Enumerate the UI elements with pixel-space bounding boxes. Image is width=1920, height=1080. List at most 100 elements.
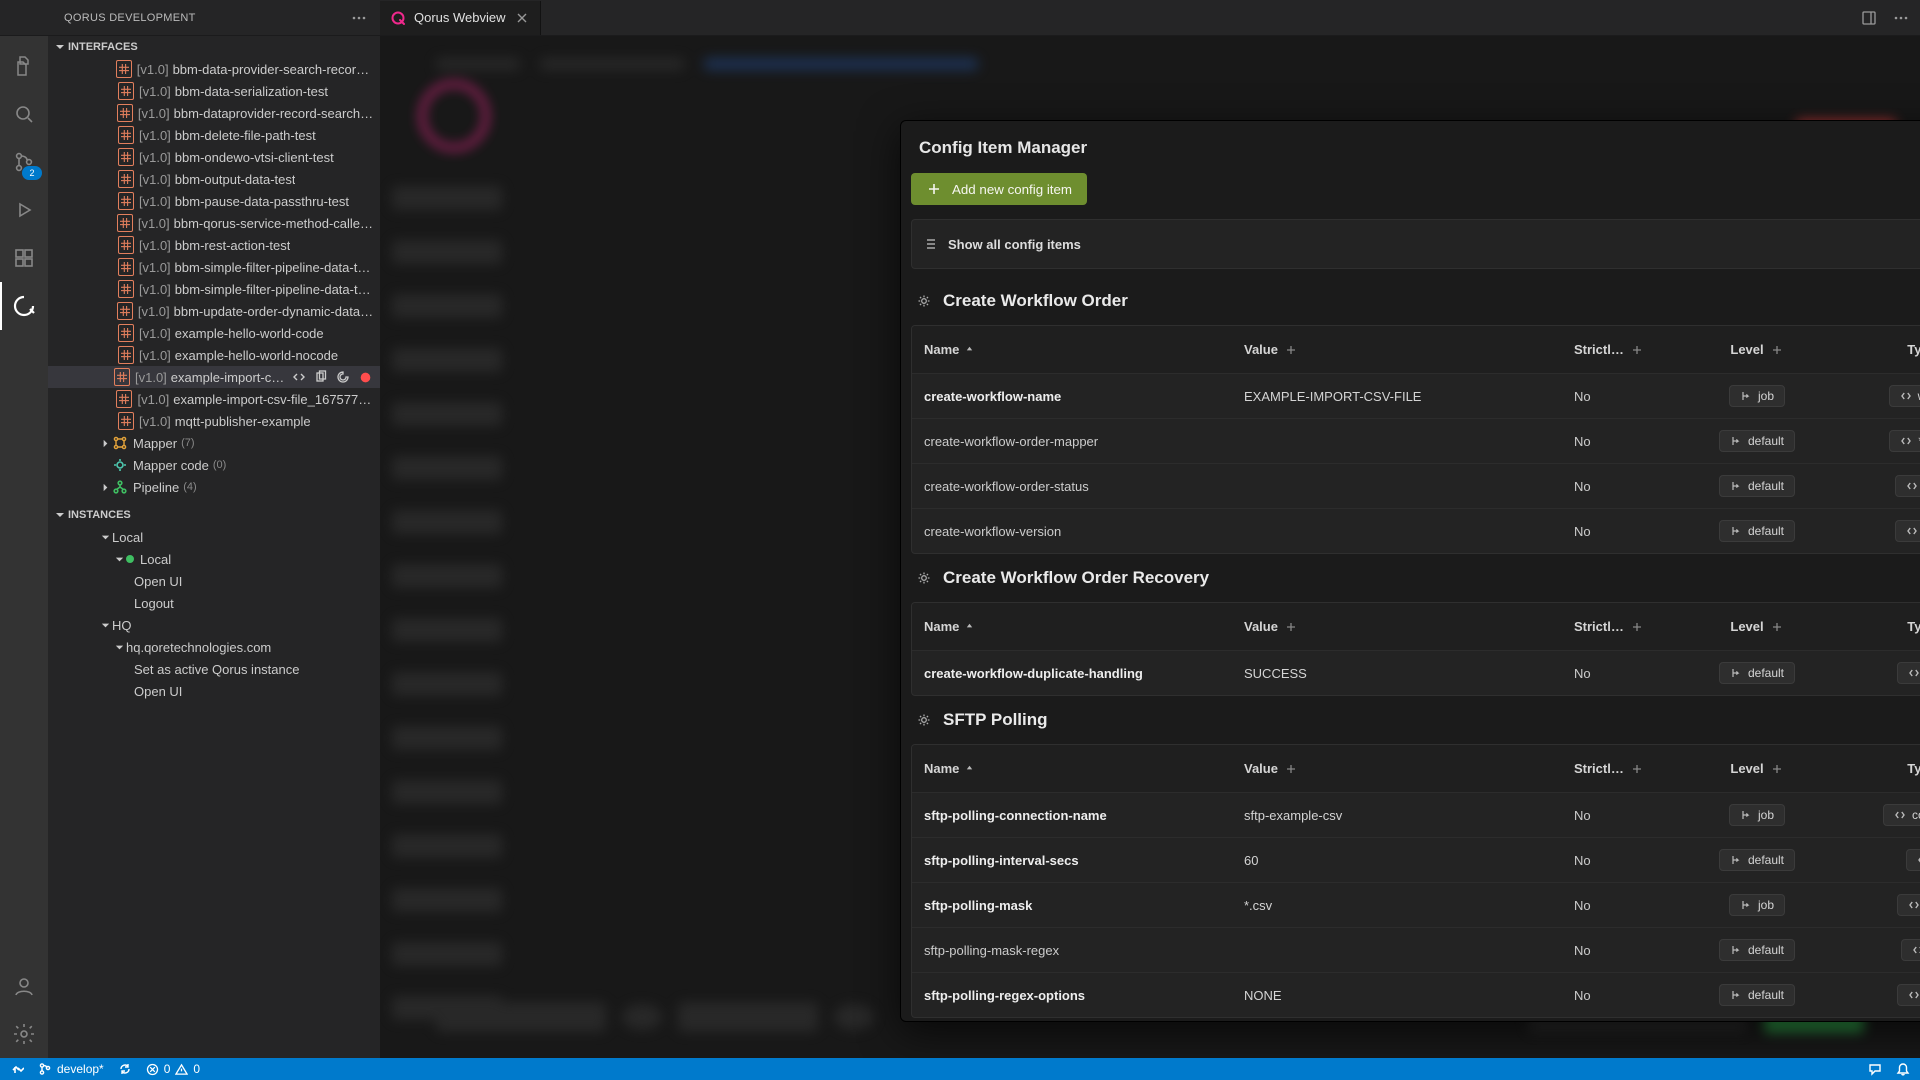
code-action-icon[interactable]: [290, 368, 308, 386]
col-type[interactable]: Type: [1842, 753, 1920, 784]
activity-debug[interactable]: [0, 186, 48, 234]
delete-action-icon[interactable]: [356, 368, 374, 386]
config-row[interactable]: create-workflow-nameEXAMPLE-IMPORT-CSV-F…: [912, 373, 1920, 418]
status-feedback[interactable]: [1868, 1062, 1882, 1076]
instance-local[interactable]: Local: [48, 548, 380, 570]
show-all-label[interactable]: Show all config items: [948, 237, 1081, 252]
activity-extensions[interactable]: [0, 234, 48, 282]
col-strictly[interactable]: Strictl…: [1562, 334, 1672, 365]
instance-local-label: Local: [140, 552, 171, 567]
instance-local-open-ui[interactable]: Open UI: [48, 570, 380, 592]
tree-group-mapper-code[interactable]: Mapper code (0): [48, 454, 380, 476]
interface-item[interactable]: [v1.0]bbm-output-data-test: [48, 168, 380, 190]
config-row[interactable]: create-workflow-versionNodefault*string: [912, 508, 1920, 553]
interface-item[interactable]: [v1.0]mqtt-publisher-example: [48, 410, 380, 432]
status-branch[interactable]: develop*: [38, 1062, 104, 1076]
activity-account[interactable]: [0, 962, 48, 1010]
interface-item[interactable]: [v1.0]bbm-dataprovider-record-search-…: [48, 102, 380, 124]
section-interfaces-label: INTERFACES: [68, 41, 138, 53]
status-bell[interactable]: [1896, 1062, 1910, 1076]
section-interfaces[interactable]: INTERFACES: [48, 36, 380, 58]
interface-icon: [118, 346, 134, 364]
instance-group-hq-label: HQ: [112, 618, 132, 633]
col-level[interactable]: Level: [1672, 611, 1842, 642]
col-strictly[interactable]: Strictl…: [1562, 611, 1672, 642]
sort-asc-icon: [965, 764, 974, 773]
instance-hq-set-active[interactable]: Set as active Qorus instance: [48, 658, 380, 680]
config-row-name: sftp-polling-connection-name: [924, 808, 1107, 823]
instance-group-local[interactable]: Local: [48, 526, 380, 548]
activity-explorer[interactable]: [0, 42, 48, 90]
col-level[interactable]: Level: [1672, 334, 1842, 365]
interface-item[interactable]: [v1.0]bbm-pause-data-passthru-test: [48, 190, 380, 212]
config-row[interactable]: sftp-polling-mask-regexNodefaultbool: [912, 927, 1920, 972]
editor-more-icon[interactable]: [1890, 7, 1912, 29]
col-level[interactable]: Level: [1672, 753, 1842, 784]
add-config-item-button[interactable]: Add new config item: [911, 173, 1087, 205]
col-value[interactable]: Value: [1232, 611, 1562, 642]
config-row[interactable]: create-workflow-order-statusNodefault*st…: [912, 463, 1920, 508]
interface-item[interactable]: [v1.0]bbm-simple-filter-pipeline-data-te…: [48, 256, 380, 278]
sidebar-more-icon[interactable]: [348, 7, 370, 29]
col-name[interactable]: Name: [912, 334, 1232, 365]
config-section: Create Workflow Order RecoveryNameValueS…: [911, 554, 1920, 696]
col-strictly[interactable]: Strictl…: [1562, 753, 1672, 784]
interface-item[interactable]: [v1.0]bbm-update-order-dynamic-data-…: [48, 300, 380, 322]
col-type[interactable]: Type: [1842, 334, 1920, 365]
interface-item[interactable]: [v1.0]example-import-csv…: [48, 366, 380, 388]
col-value[interactable]: Value: [1232, 753, 1562, 784]
col-value[interactable]: Value: [1232, 334, 1562, 365]
col-name[interactable]: Name: [912, 611, 1232, 642]
status-problems[interactable]: 0 0: [146, 1062, 200, 1076]
tree-group-pipeline[interactable]: Pipeline (4): [48, 476, 380, 498]
tab-close-icon[interactable]: [514, 10, 530, 26]
editor-layout-icon[interactable]: [1858, 7, 1880, 29]
config-row[interactable]: sftp-polling-interval-secs60Nodefaultint: [912, 837, 1920, 882]
col-type[interactable]: Type: [1842, 611, 1920, 642]
deploy-action-icon[interactable]: [334, 368, 352, 386]
interface-item[interactable]: [v1.0]example-hello-world-nocode: [48, 344, 380, 366]
interface-item[interactable]: [v1.0]bbm-ondewo-vtsi-client-test: [48, 146, 380, 168]
config-section: SFTP PollingNameValueStrictl…LevelTypeAc…: [911, 696, 1920, 1018]
interface-item[interactable]: [v1.0]bbm-rest-action-test: [48, 234, 380, 256]
interface-item[interactable]: [v1.0]example-import-csv-file_1675773…: [48, 388, 380, 410]
activity-scm[interactable]: 2: [0, 138, 48, 186]
editor-tab-qorus-webview[interactable]: Qorus Webview: [380, 1, 541, 35]
interface-item[interactable]: [v1.0]bbm-delete-file-path-test: [48, 124, 380, 146]
config-row[interactable]: sftp-polling-regex-optionsNONENodefaults…: [912, 972, 1920, 1017]
interface-version: [v1.0]: [139, 128, 171, 143]
config-row[interactable]: sftp-polling-mask*.csvNojobstring: [912, 882, 1920, 927]
instance-hq-open-ui[interactable]: Open UI: [48, 680, 380, 702]
section-instances[interactable]: INSTANCES: [48, 504, 380, 526]
interface-version: [v1.0]: [139, 326, 171, 341]
instance-group-hq[interactable]: HQ: [48, 614, 380, 636]
status-sync[interactable]: [118, 1062, 132, 1076]
interface-version: [v1.0]: [138, 106, 170, 121]
level-chip: default: [1719, 984, 1795, 1006]
interface-item[interactable]: [v1.0]bbm-data-provider-search-record-…: [48, 58, 380, 80]
interface-item[interactable]: [v1.0]example-hello-world-code: [48, 322, 380, 344]
interface-item[interactable]: [v1.0]bbm-data-serialization-test: [48, 80, 380, 102]
instance-hq-host[interactable]: hq.qoretechnologies.com: [48, 636, 380, 658]
instance-hq-open-ui-label: Open UI: [134, 684, 182, 699]
col-name[interactable]: Name: [912, 753, 1232, 784]
activity-settings[interactable]: [0, 1010, 48, 1058]
activity-search[interactable]: [0, 90, 48, 138]
config-row[interactable]: create-workflow-order-mapperNodefault*ma…: [912, 418, 1920, 463]
copy-action-icon[interactable]: [312, 368, 330, 386]
config-row[interactable]: create-workflow-duplicate-handlingSUCCES…: [912, 650, 1920, 695]
status-remote[interactable]: [10, 1062, 24, 1076]
tree-group-mapper[interactable]: Mapper (7): [48, 432, 380, 454]
gear-icon: [915, 711, 933, 729]
interface-item[interactable]: [v1.0]bbm-simple-filter-pipeline-data-t…: [48, 278, 380, 300]
plus-icon: [1284, 762, 1298, 776]
level-chip: default: [1719, 662, 1795, 684]
interface-icon: [118, 324, 134, 342]
activity-qorus[interactable]: [0, 282, 48, 330]
instance-local-logout[interactable]: Logout: [48, 592, 380, 614]
plus-icon: [1630, 620, 1644, 634]
config-row-strictly: No: [1574, 479, 1591, 494]
chevron-right-icon: [98, 438, 112, 449]
config-row[interactable]: sftp-polling-connection-namesftp-example…: [912, 792, 1920, 837]
interface-item[interactable]: [v1.0]bbm-qorus-service-method-caller…: [48, 212, 380, 234]
